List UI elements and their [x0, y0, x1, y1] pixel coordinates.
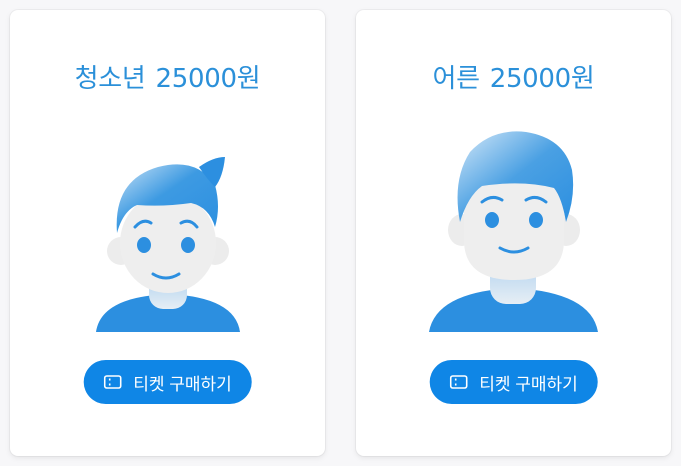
- ticket-card-adult: 어른 25000원 티켓 구매하기: [356, 10, 671, 456]
- youth-avatar-icon: [10, 145, 325, 335]
- buy-ticket-button[interactable]: 티켓 구매하기: [83, 360, 252, 404]
- buy-ticket-label: 티켓 구매하기: [479, 374, 578, 394]
- ticket-price: 25000원: [155, 64, 261, 94]
- ticket-title: 어른 25000원: [356, 58, 671, 95]
- adult-avatar-icon: [356, 122, 671, 334]
- ticket-icon: [449, 375, 468, 389]
- buy-ticket-label: 티켓 구매하기: [133, 374, 232, 394]
- buy-ticket-button[interactable]: 티켓 구매하기: [429, 360, 598, 404]
- ticket-selection-screen: 청소년 25000원 티켓 구매하기 어른 25000원 티켓 구매하기: [0, 0, 681, 466]
- ticket-title: 청소년 25000원: [10, 58, 325, 95]
- ticket-category: 청소년: [74, 64, 146, 94]
- ticket-price: 25000원: [489, 64, 595, 94]
- ticket-card-youth: 청소년 25000원 티켓 구매하기: [10, 10, 325, 456]
- ticket-category: 어른: [432, 64, 480, 94]
- ticket-icon: [103, 375, 122, 389]
